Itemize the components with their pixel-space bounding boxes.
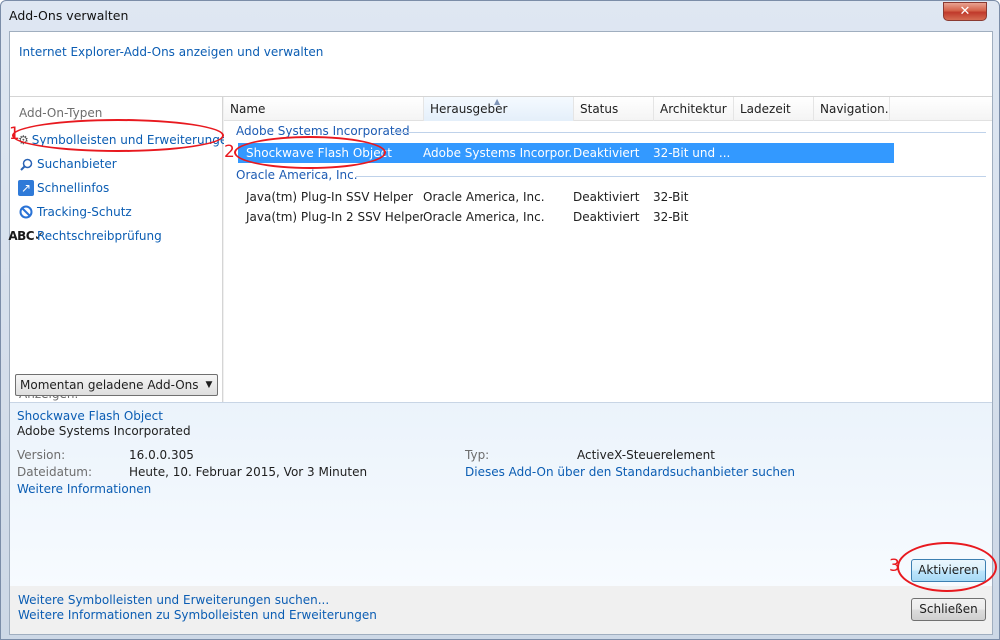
sidebar-item-tracking-protection[interactable]: Tracking-Schutz bbox=[18, 200, 218, 224]
type-label: Typ: bbox=[465, 448, 490, 462]
column-header-name[interactable]: Name bbox=[224, 97, 424, 121]
cell-status: Deaktiviert bbox=[573, 146, 640, 160]
cell-architecture: 32-Bit und ... bbox=[653, 146, 731, 160]
header-text: Internet Explorer-Add-Ons anzeigen und v… bbox=[19, 45, 324, 59]
column-header-status[interactable]: Status bbox=[574, 97, 654, 121]
cell-publisher: Oracle America, Inc. bbox=[423, 210, 545, 224]
annotation-ellipse-2 bbox=[234, 136, 386, 169]
cell-architecture: 32-Bit bbox=[653, 190, 689, 204]
file-date-value: Heute, 10. Februar 2015, Vor 3 Minuten bbox=[129, 465, 368, 479]
group-header-oracle: Oracle America, Inc. bbox=[236, 168, 992, 182]
window-title: Add-Ons verwalten bbox=[9, 8, 129, 23]
accelerator-icon: ↗ bbox=[18, 180, 34, 196]
group-divider bbox=[356, 176, 986, 177]
close-button[interactable]: Schließen bbox=[911, 598, 986, 621]
chevron-down-icon: ▼ bbox=[205, 380, 213, 390]
group-header-adobe: Adobe Systems Incorporated bbox=[236, 124, 992, 138]
details-publisher: Adobe Systems Incorporated bbox=[17, 424, 191, 438]
sidebar-item-spelling[interactable]: ABC✓ Rechtschreibprüfung bbox=[8, 224, 218, 248]
group-header-label: Oracle America, Inc. bbox=[236, 168, 358, 182]
table-row[interactable]: Java(tm) Plug-In 2 SSV Helper Oracle Ame… bbox=[238, 207, 894, 227]
spelling-icon: ABC✓ bbox=[8, 229, 44, 243]
cell-publisher: Oracle America, Inc. bbox=[423, 190, 545, 204]
type-value: ActiveX-Steuerelement bbox=[577, 448, 715, 462]
cell-name: Java(tm) Plug-In SSV Helper bbox=[246, 190, 413, 204]
group-divider bbox=[392, 132, 986, 133]
file-date-label: Dateidatum: bbox=[17, 465, 93, 479]
show-filter-select[interactable]: Momentan geladene Add-Ons ▼ bbox=[15, 374, 218, 396]
annotation-ellipse-3 bbox=[897, 542, 997, 592]
find-more-toolbars-link[interactable]: Weitere Symbolleisten und Erweiterungen … bbox=[18, 593, 329, 607]
details-panel: Shockwave Flash Object Adobe Systems Inc… bbox=[10, 402, 992, 586]
column-header-navigation[interactable]: Navigation... bbox=[814, 97, 890, 121]
sidebar-item-label: Rechtschreibprüfung bbox=[37, 229, 162, 243]
more-info-link[interactable]: Weitere Informationen bbox=[17, 482, 151, 496]
column-header-architecture[interactable]: Architektur bbox=[654, 97, 734, 121]
sort-ascending-icon: ▲ bbox=[494, 97, 501, 106]
version-value: 16.0.0.305 bbox=[129, 448, 194, 462]
learn-more-toolbars-link[interactable]: Weitere Informationen zu Symbolleisten u… bbox=[18, 608, 377, 622]
annotation-number-3: 3 bbox=[889, 556, 900, 576]
column-header-publisher[interactable]: Herausgeber ▲ bbox=[424, 97, 574, 121]
cell-status: Deaktiviert bbox=[573, 210, 640, 224]
sidebar-item-accelerators[interactable]: ↗ Schnellinfos bbox=[18, 176, 218, 200]
search-icon bbox=[18, 156, 34, 172]
annotation-number-1: 1 bbox=[9, 124, 20, 144]
footer: Weitere Symbolleisten und Erweiterungen … bbox=[10, 586, 992, 634]
cell-name: Java(tm) Plug-In 2 SSV Helper bbox=[246, 210, 423, 224]
sidebar-item-label: Tracking-Schutz bbox=[37, 205, 132, 219]
table-row[interactable]: Java(tm) Plug-In SSV Helper Oracle Ameri… bbox=[238, 187, 894, 207]
column-header-row: Name Herausgeber ▲ Status Architektur La… bbox=[224, 97, 992, 121]
header-panel: Internet Explorer-Add-Ons anzeigen und v… bbox=[10, 32, 992, 97]
sidebar-item-search-providers[interactable]: Suchanbieter bbox=[18, 152, 218, 176]
annotation-number-2: 2 bbox=[224, 142, 235, 162]
version-label: Version: bbox=[17, 448, 66, 462]
close-window-button[interactable]: ✕ bbox=[943, 2, 987, 21]
details-addon-name: Shockwave Flash Object bbox=[17, 409, 163, 423]
annotation-ellipse-1 bbox=[12, 119, 224, 152]
show-filter-value: Momentan geladene Add-Ons bbox=[20, 378, 199, 392]
title-bar: Add-Ons verwalten ✕ bbox=[1, 1, 999, 31]
search-addon-link[interactable]: Dieses Add-On über den Standardsuchanbie… bbox=[465, 465, 795, 479]
cell-publisher: Adobe Systems Incorpor... bbox=[423, 146, 573, 160]
addons-window: Add-Ons verwalten ✕ Internet Explorer-Ad… bbox=[0, 0, 1000, 640]
sidebar-item-label: Schnellinfos bbox=[37, 181, 110, 195]
sidebar-item-label: Suchanbieter bbox=[37, 157, 117, 171]
cell-status: Deaktiviert bbox=[573, 190, 640, 204]
sidebar-heading: Add-On-Typen bbox=[19, 106, 103, 120]
cell-architecture: 32-Bit bbox=[653, 210, 689, 224]
column-header-load-time[interactable]: Ladezeit bbox=[734, 97, 814, 121]
tracking-protection-icon bbox=[18, 204, 34, 220]
